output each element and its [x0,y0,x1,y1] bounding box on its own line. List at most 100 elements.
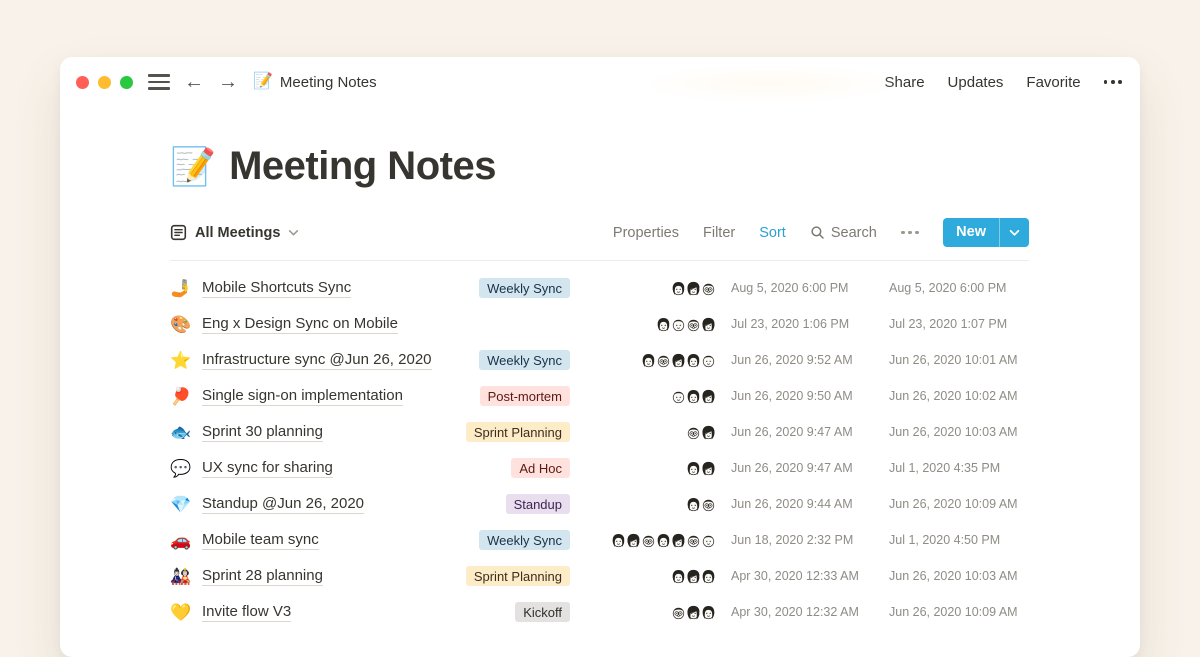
tag-badge: Sprint Planning [466,422,570,442]
new-button[interactable]: New [943,218,1029,247]
minimize-window-button[interactable] [98,76,111,89]
table-row[interactable]: 🐟 Sprint 30 planning Sprint Planning Jun 26… [170,414,1029,450]
new-button-label[interactable]: New [943,218,999,247]
created-time: Jun 26, 2020 9:44 AM [731,497,889,511]
breadcrumb[interactable]: 📝 Meeting Notes [253,74,377,91]
meeting-title-link[interactable]: Eng x Design Sync on Mobile [202,315,398,334]
page-emoji-icon: 📝 [253,74,273,90]
row-emoji-icon: 💛 [170,604,195,621]
attendee-avatars [584,495,718,514]
meeting-list: 🤳 Mobile Shortcuts Sync Weekly Sync Aug 5, … [170,270,1029,630]
favorite-button[interactable]: Favorite [1026,74,1080,91]
avatar [699,495,718,514]
created-time: Jun 26, 2020 9:47 AM [731,461,889,475]
list-view-icon [170,224,187,241]
created-time: Jun 26, 2020 9:47 AM [731,425,889,439]
new-button-caret[interactable] [1000,218,1029,247]
last-edited-time: Jun 26, 2020 10:03 AM [889,425,1029,439]
avatar [699,567,718,586]
tag-badge: Kickoff [515,602,570,622]
meeting-title-link[interactable]: Mobile Shortcuts Sync [202,279,351,298]
row-emoji-icon: 💬 [170,460,195,477]
view-more-options-icon[interactable] [901,231,919,235]
zoom-window-button[interactable] [120,76,133,89]
meeting-title-link[interactable]: Single sign-on implementation [202,387,403,406]
last-edited-time: Jun 26, 2020 10:09 AM [889,605,1029,619]
table-row[interactable]: ⭐ Infrastructure sync @Jun 26, 2020 Weekly… [170,342,1029,378]
attendee-avatars [584,567,718,586]
view-selector[interactable]: All Meetings [170,224,299,241]
attendee-avatars [584,279,718,298]
more-options-icon[interactable] [1104,80,1122,84]
meeting-title-link[interactable]: Mobile team sync [202,531,319,550]
created-time: Apr 30, 2020 12:32 AM [731,605,889,619]
avatar [699,315,718,334]
meeting-title-link[interactable]: Infrastructure sync @Jun 26, 2020 [202,351,432,370]
tag-badge: Ad Hoc [511,458,570,478]
close-window-button[interactable] [76,76,89,89]
avatar [699,423,718,442]
avatar [699,387,718,406]
attendee-avatars [584,423,718,442]
meeting-title-link[interactable]: Standup @Jun 26, 2020 [202,495,364,514]
breadcrumb-page-title: Meeting Notes [280,74,377,91]
attendee-avatars [584,315,718,334]
meeting-title-link[interactable]: Invite flow V3 [202,603,291,622]
attendee-avatars [584,459,718,478]
page-header: 📝 Meeting Notes [170,144,1029,189]
tag-badge: Weekly Sync [479,278,570,298]
tag-badge: Post-mortem [480,386,570,406]
back-arrow-icon[interactable]: ← [184,72,204,92]
memo-emoji-icon: 📝 [170,148,216,185]
updates-button[interactable]: Updates [948,74,1004,91]
row-emoji-icon: ⭐ [170,352,195,369]
meeting-title-link[interactable]: Sprint 30 planning [202,423,323,442]
row-emoji-icon: 🐟 [170,424,195,441]
table-row[interactable]: 💬 UX sync for sharing Ad Hoc Jun 26, 2020 9… [170,450,1029,486]
last-edited-time: Jun 26, 2020 10:01 AM [889,353,1029,367]
forward-arrow-icon[interactable]: → [218,72,238,92]
last-edited-time: Jun 26, 2020 10:03 AM [889,569,1029,583]
last-edited-time: Jun 26, 2020 10:02 AM [889,389,1029,403]
properties-button[interactable]: Properties [613,225,679,241]
glare-overlay [645,65,895,103]
row-emoji-icon: 💎 [170,496,195,513]
table-row[interactable]: 🏓 Single sign-on implementation Post-morte… [170,378,1029,414]
filter-button[interactable]: Filter [703,225,735,241]
tag-badge: Sprint Planning [466,566,570,586]
table-row[interactable]: 🎎Sprint 28 planningSprint PlanningApr 30… [170,558,1029,594]
tag-badge: Weekly Sync [479,350,570,370]
table-row[interactable]: 🤳 Mobile Shortcuts Sync Weekly Sync Aug 5, … [170,270,1029,306]
row-emoji-icon: 🤳 [170,280,195,297]
attendee-avatars [584,387,718,406]
chevron-down-icon [1009,227,1020,238]
page-title[interactable]: Meeting Notes [229,144,496,189]
table-row[interactable]: 🎨 Eng x Design Sync on Mobile Jul 23, 2020… [170,306,1029,342]
attendee-avatars [584,603,718,622]
tag-badge: Weekly Sync [479,530,570,550]
search-label: Search [831,225,877,241]
meeting-title-link[interactable]: Sprint 28 planning [202,567,323,586]
row-emoji-icon: 🎎 [170,568,195,585]
row-emoji-icon: 🏓 [170,388,195,405]
created-time: Jun 26, 2020 9:52 AM [731,353,889,367]
created-time: Jun 26, 2020 9:50 AM [731,389,889,403]
table-row[interactable]: 💎Standup @Jun 26, 2020StandupJun 26, 202… [170,486,1029,522]
last-edited-time: Jun 26, 2020 10:09 AM [889,497,1029,511]
traffic-lights [76,76,133,89]
row-emoji-icon: 🎨 [170,316,195,333]
sidebar-menu-icon[interactable] [148,74,170,89]
search-button[interactable]: Search [810,225,877,241]
sort-button[interactable]: Sort [759,225,786,241]
table-row[interactable]: 💛 Invite flow V3 Kickoff Apr 30, 2020 12:32… [170,594,1029,630]
view-selector-label: All Meetings [195,225,280,241]
attendee-avatars [584,531,718,550]
last-edited-time: Jul 23, 2020 1:07 PM [889,317,1029,331]
meeting-title-link[interactable]: UX sync for sharing [202,459,333,478]
share-button[interactable]: Share [885,74,925,91]
created-time: Aug 5, 2020 6:00 PM [731,281,889,295]
chevron-down-icon [288,227,299,238]
avatar [699,603,718,622]
database-toolbar: All Meetings Properties Filter Sort Sear… [170,218,1029,261]
table-row[interactable]: 🚗Mobile team syncWeekly SyncJun 18, 2020… [170,522,1029,558]
